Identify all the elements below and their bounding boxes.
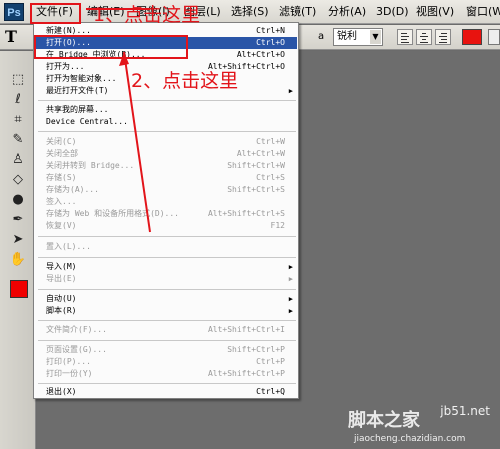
menu-item-device-central[interactable]: Device Central... xyxy=(35,116,297,128)
align-right-icon[interactable] xyxy=(435,29,451,45)
menu-window[interactable]: 窗口(W) xyxy=(464,4,500,20)
menu-separator xyxy=(38,383,296,384)
menu-item-import[interactable]: 导入(M) ▶ xyxy=(35,261,297,273)
menu-item-file-info[interactable]: 文件简介(F)... Alt+Shift+Ctrl+I xyxy=(35,324,297,336)
text-tool-icon[interactable]: T xyxy=(2,27,20,47)
hand-icon[interactable]: ✋ xyxy=(8,251,28,269)
align-center-icon[interactable] xyxy=(416,29,432,45)
chevron-down-icon: ▼ xyxy=(370,30,381,44)
menu-item-share-screen[interactable]: 共享我的屏幕... xyxy=(35,104,297,116)
menu-separator xyxy=(38,340,296,341)
watermark: 脚本之家 jb51.net jiaocheng.chazidian.com xyxy=(348,404,500,449)
step-1-annotation: 1、点击这里 xyxy=(93,4,201,26)
menu-item-place[interactable]: 置入(L)... xyxy=(35,241,297,253)
menu-item-automate[interactable]: 自动(U) ▶ xyxy=(35,293,297,305)
step-2-annotation: 2、点击这里 xyxy=(131,70,239,92)
menu-filter[interactable]: 滤镜(T) xyxy=(277,4,318,20)
menu-item-save-as[interactable]: 存储为(A)... Shift+Ctrl+S xyxy=(35,184,297,196)
menu-item-print[interactable]: 打印(P)... Ctrl+P xyxy=(35,356,297,368)
anti-alias-label: a xyxy=(318,31,325,42)
submenu-arrow-icon: ▶ xyxy=(288,263,293,271)
align-left-icon[interactable] xyxy=(397,29,413,45)
photoshop-logo: Ps xyxy=(4,3,24,21)
watermark-url: jiaocheng.chazidian.com xyxy=(354,434,466,444)
menu-separator xyxy=(38,100,296,101)
anti-alias-value: 锐利 xyxy=(337,31,357,42)
menu-separator xyxy=(38,257,296,258)
menu-item-export[interactable]: 导出(E) ▶ xyxy=(35,273,297,285)
toolbox: ⬚ ℓ ⌗ ✎ ♙ ◇ ● ✒ ➤ ✋ xyxy=(0,51,36,449)
submenu-arrow-icon: ▶ xyxy=(288,307,293,315)
watermark-title: 脚本之家 xyxy=(348,410,420,431)
menu-separator xyxy=(38,320,296,321)
menu-item-exit[interactable]: 退出(X) Ctrl+Q xyxy=(35,386,297,398)
warp-text-icon[interactable] xyxy=(488,29,500,45)
menu-item-scripts[interactable]: 脚本(R) ▶ xyxy=(35,305,297,317)
menu-item-save-for-web[interactable]: 存储为 Web 和设备所用格式(D)... Alt+Shift+Ctrl+S xyxy=(35,208,297,220)
menu-view[interactable]: 视图(V) xyxy=(414,4,456,20)
menu-item-check-in[interactable]: 签入... xyxy=(35,196,297,208)
open-item-highlight-box xyxy=(34,35,188,59)
menu-separator xyxy=(38,131,296,132)
menu-item-revert[interactable]: 恢复(V) F12 xyxy=(35,220,297,232)
menu-3d[interactable]: 3D(D) xyxy=(374,4,411,20)
crop-icon[interactable]: ⌗ xyxy=(8,111,28,129)
marquee-icon[interactable]: ⬚ xyxy=(8,71,28,89)
menu-separator xyxy=(38,289,296,290)
menu-separator xyxy=(38,236,296,237)
menu-select[interactable]: 选择(S) xyxy=(229,4,271,20)
path-select-icon[interactable]: ➤ xyxy=(8,231,28,249)
dodge-icon[interactable]: ● xyxy=(8,191,28,209)
file-menu-highlight-box xyxy=(30,3,81,24)
submenu-arrow-icon: ▶ xyxy=(288,275,293,283)
anti-alias-select[interactable]: 锐利 ▼ xyxy=(333,28,383,46)
eraser-icon[interactable]: ◇ xyxy=(8,171,28,189)
menu-item-page-setup[interactable]: 页面设置(G)... Shift+Ctrl+P xyxy=(35,344,297,356)
stamp-icon[interactable]: ♙ xyxy=(8,151,28,169)
menu-analysis[interactable]: 分析(A) xyxy=(326,4,368,20)
pen-icon[interactable]: ✒ xyxy=(8,211,28,229)
menu-item-close-all[interactable]: 关闭全部 Alt+Ctrl+W xyxy=(35,148,297,160)
submenu-arrow-icon: ▶ xyxy=(288,87,293,95)
brush-icon[interactable]: ✎ xyxy=(8,131,28,149)
text-color-swatch[interactable] xyxy=(462,29,482,45)
menu-item-close[interactable]: 关闭(C) Ctrl+W xyxy=(35,136,297,148)
watermark-site: jb51.net xyxy=(440,404,490,418)
menu-item-save[interactable]: 存储(S) Ctrl+S xyxy=(35,172,297,184)
lasso-icon[interactable]: ℓ xyxy=(8,91,28,109)
foreground-color-swatch[interactable] xyxy=(10,280,28,298)
submenu-arrow-icon: ▶ xyxy=(288,295,293,303)
menu-item-print-one-copy[interactable]: 打印一份(Y) Alt+Shift+Ctrl+P xyxy=(35,368,297,380)
menu-item-close-go-bridge[interactable]: 关闭并转到 Bridge... Shift+Ctrl+W xyxy=(35,160,297,172)
